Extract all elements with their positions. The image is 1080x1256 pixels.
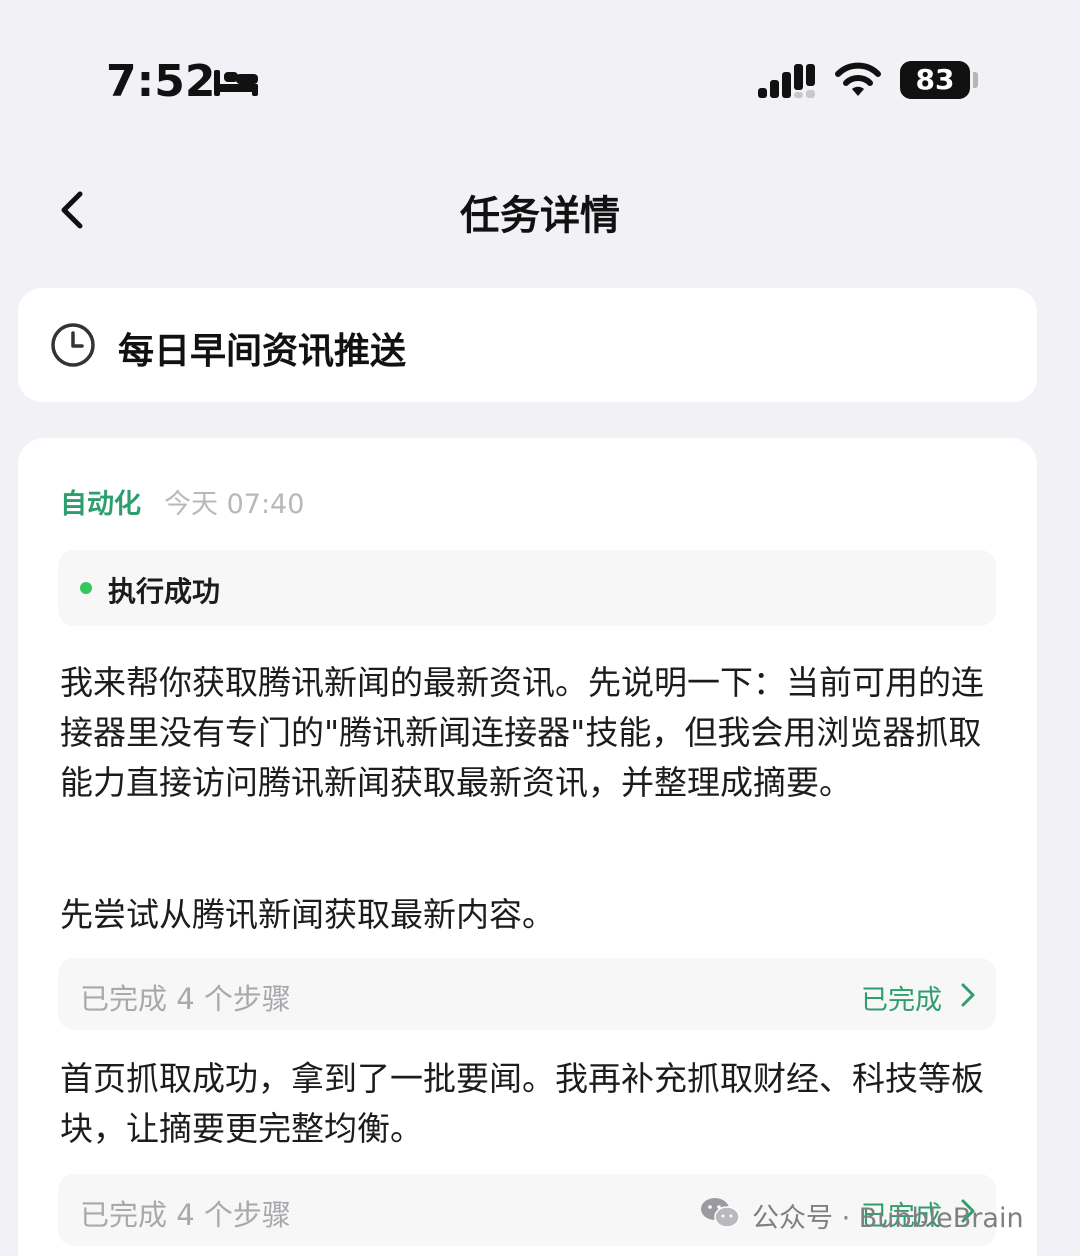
battery-cap	[973, 72, 978, 88]
wifi-icon	[835, 62, 881, 96]
steps-status-label: 已完成	[861, 985, 942, 1016]
chevron-right-icon	[961, 983, 975, 1007]
task-title-card: 每日早间资讯推送	[18, 288, 1037, 402]
steps-count-label: 已完成 4 个步骤	[80, 982, 291, 1016]
execution-log-card: 自动化 今天 07:40 执行成功 我来帮你获取腾讯新闻的最新资讯。先说明一下：…	[18, 438, 1037, 1256]
watermark-text: 公众号 · BubbleBrain	[752, 1203, 1024, 1234]
run-timestamp: 今天 07:40	[164, 489, 305, 520]
steps-count-label: 已完成 4 个步骤	[80, 1198, 291, 1232]
completed-steps-row[interactable]: 已完成 4 个步骤 已完成	[58, 958, 996, 1030]
automation-tag: 自动化	[60, 489, 141, 520]
battery-indicator: 83	[900, 61, 970, 99]
execution-status-text: 执行成功	[108, 575, 221, 608]
page-title: 任务详情	[460, 193, 620, 239]
clock-icon	[51, 323, 95, 367]
wechat-icon	[701, 1198, 740, 1228]
success-dot-icon	[80, 582, 92, 594]
message-paragraph: 先尝试从腾讯新闻获取最新内容。	[60, 895, 555, 934]
execution-status-box: 执行成功	[58, 550, 996, 626]
cellular-signal-icon	[758, 64, 815, 98]
message-paragraph: 首页抓取成功，拿到了一批要闻。我再补充抓取财经、科技等板块，让摘要更完整均衡。	[60, 1059, 984, 1148]
status-time: 7:52	[106, 56, 216, 107]
task-name: 每日早间资讯推送	[118, 331, 407, 372]
message-paragraph: 我来帮你获取腾讯新闻的最新资讯。先说明一下：当前可用的连接器里没有专门的"腾讯新…	[60, 663, 984, 802]
sleep-focus-bed-icon	[214, 70, 258, 96]
screen: 7:52 83 任务详情 每日早间资讯推送 自动化 今天 07:40 执行成功 …	[0, 0, 1080, 1256]
